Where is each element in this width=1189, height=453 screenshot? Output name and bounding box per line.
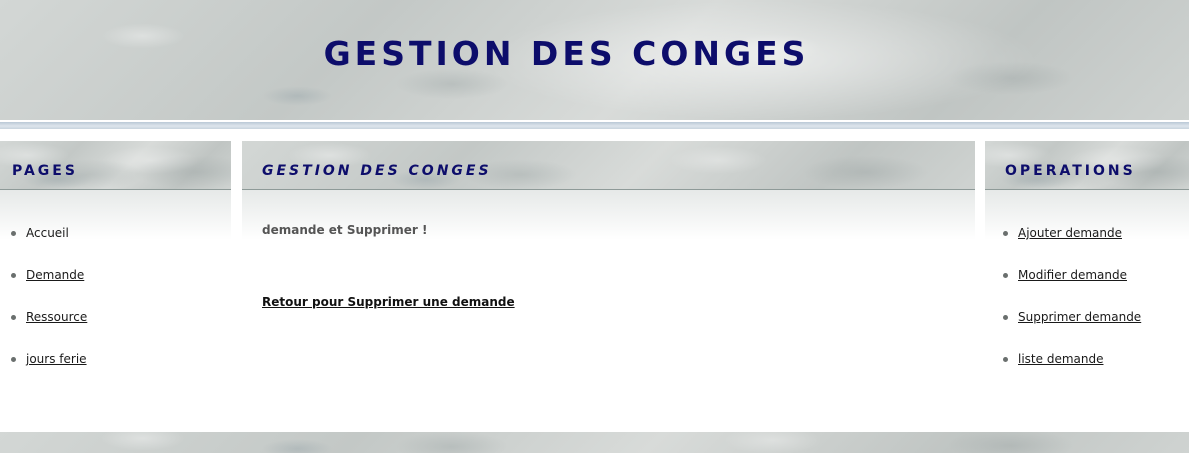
op-item-liste: liste demande	[1003, 351, 1141, 393]
pages-nav: Accueil Demande Ressource jours ferie	[11, 225, 87, 393]
main-heading: GESTION DES CONGES	[262, 163, 492, 179]
nav-link-ressource[interactable]: Ressource	[26, 310, 87, 324]
main-content-header: GESTION DES CONGES	[242, 141, 975, 190]
header-divider-bar	[0, 120, 1189, 131]
operations-sidebar-header: OPERATIONS	[985, 141, 1189, 190]
nav-item-demande: Demande	[11, 267, 87, 309]
op-link-liste-demande[interactable]: liste demande	[1018, 352, 1103, 366]
op-item-ajouter: Ajouter demande	[1003, 225, 1141, 267]
op-item-supprimer: Supprimer demande	[1003, 309, 1141, 351]
bullet-icon	[11, 231, 16, 236]
operations-nav: Ajouter demande Modifier demande Supprim…	[1003, 225, 1141, 393]
pages-heading: PAGES	[12, 163, 78, 179]
main-content: GESTION DES CONGES demande et Supprimer …	[242, 141, 975, 309]
nav-item-ressource: Ressource	[11, 309, 87, 351]
operations-heading: OPERATIONS	[1005, 163, 1136, 179]
nav-link-accueil[interactable]: Accueil	[26, 226, 69, 240]
operations-sidebar: OPERATIONS Ajouter demande Modifier dema…	[985, 141, 1189, 366]
op-item-modifier: Modifier demande	[1003, 267, 1141, 309]
pages-sidebar-header: PAGES	[0, 141, 231, 190]
nav-item-accueil: Accueil	[11, 225, 87, 267]
op-link-supprimer-demande[interactable]: Supprimer demande	[1018, 310, 1141, 324]
bullet-icon	[11, 357, 16, 362]
pages-sidebar: PAGES Accueil Demande Ressource jours fe…	[0, 141, 231, 366]
nav-link-demande[interactable]: Demande	[26, 268, 84, 282]
bullet-icon	[1003, 231, 1008, 236]
bullet-icon	[1003, 357, 1008, 362]
nav-item-jours-ferie: jours ferie	[11, 351, 87, 393]
op-link-modifier-demande[interactable]: Modifier demande	[1018, 268, 1127, 282]
bullet-icon	[1003, 315, 1008, 320]
bullet-icon	[11, 273, 16, 278]
site-footer	[0, 432, 1189, 453]
op-link-ajouter-demande[interactable]: Ajouter demande	[1018, 226, 1122, 240]
bullet-icon	[11, 315, 16, 320]
site-title: GESTION DES CONGES	[323, 34, 810, 74]
status-message: demande et Supprimer !	[262, 223, 428, 237]
back-link[interactable]: Retour pour Supprimer une demande	[262, 295, 515, 309]
nav-link-jours-ferie[interactable]: jours ferie	[26, 352, 87, 366]
bullet-icon	[1003, 273, 1008, 278]
site-header: GESTION DES CONGES	[0, 0, 1189, 120]
